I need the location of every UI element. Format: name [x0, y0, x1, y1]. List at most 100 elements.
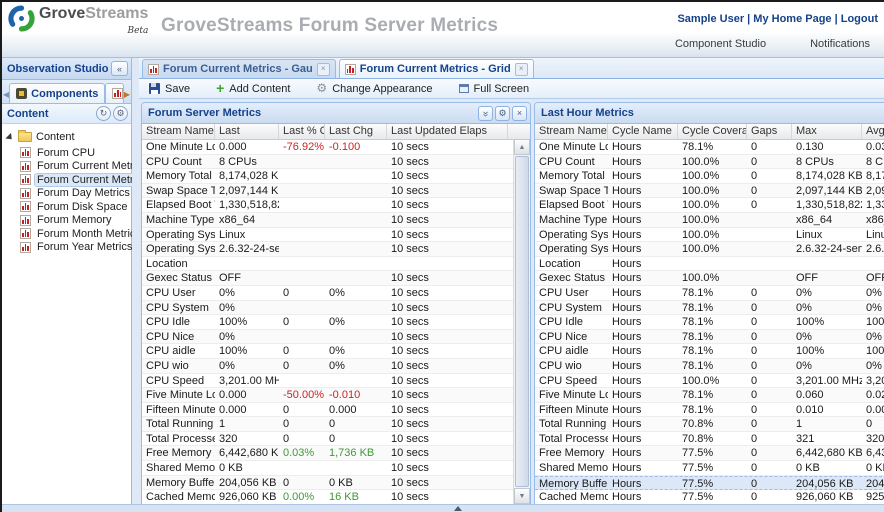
- column-header[interactable]: Last % Chg: [279, 124, 325, 139]
- table-row[interactable]: Free Memory6,442,680 KB0.03%1,736 KB10 s…: [142, 446, 530, 461]
- column-header[interactable]: Last Chg: [325, 124, 387, 139]
- table-row[interactable]: CPU UserHours78.1%00%0%: [535, 286, 884, 301]
- scroll-down-icon[interactable]: ▼: [514, 488, 530, 504]
- column-header[interactable]: Stream Name: [142, 124, 215, 139]
- table-row[interactable]: Total ProcessesHours70.8%0321320: [535, 432, 884, 447]
- table-row[interactable]: CPU Speed3,201.00 MHz10 secs: [142, 374, 530, 389]
- column-header[interactable]: Cycle Coverage: [678, 124, 747, 139]
- table-row[interactable]: Free MemoryHours77.5%06,442,680 KB6,436,: [535, 446, 884, 461]
- table-row[interactable]: Machine TypeHours100.0%x86_64x86_64: [535, 213, 884, 228]
- table-row[interactable]: LocationHours: [535, 257, 884, 272]
- table-row[interactable]: Memory TotalHours100.0%08,174,028 KB8,17…: [535, 169, 884, 184]
- close-icon[interactable]: ×: [515, 63, 528, 76]
- tree-item[interactable]: Forum Month Metrics - ...: [6, 227, 131, 241]
- full-screen-button[interactable]: Full Screen: [459, 83, 530, 95]
- nav-notifications[interactable]: Notifications: [810, 38, 870, 50]
- tab-forum-current-metrics-grid[interactable]: Forum Current Metrics - Grid ×: [339, 59, 534, 78]
- add-content-button[interactable]: + Add Content: [216, 83, 290, 95]
- vertical-scrollbar[interactable]: ▲ ▼: [513, 139, 530, 504]
- scroll-up-icon[interactable]: ▲: [514, 139, 530, 155]
- tree-item[interactable]: Forum Year Metrics - G...: [6, 241, 131, 255]
- table-row[interactable]: Swap Space TotalHours100.0%02,097,144 KB…: [535, 184, 884, 199]
- table-row[interactable]: One Minute Lo...Hours78.1%00.1300.033: [535, 140, 884, 155]
- gear-icon[interactable]: ⚙: [495, 106, 510, 121]
- table-row[interactable]: Elapsed Boot Ti...Hours100.0%01,330,518,…: [535, 198, 884, 213]
- table-row[interactable]: Location: [142, 257, 530, 272]
- table-row[interactable]: CPU aidle100%00%10 secs: [142, 344, 530, 359]
- table-row[interactable]: CPU Nice0%10 secs: [142, 330, 530, 345]
- column-header[interactable]: Stream Name: [535, 124, 608, 139]
- expander-icon[interactable]: [5, 132, 14, 141]
- table-row[interactable]: Operating SystemLinux10 secs: [142, 228, 530, 243]
- nav-component-studio[interactable]: Component Studio: [675, 38, 766, 50]
- user-links[interactable]: Sample User | My Home Page | Logout: [677, 13, 878, 25]
- column-header[interactable]: Avg: [862, 124, 884, 139]
- save-button[interactable]: Save: [149, 83, 190, 95]
- sidebar-splitter[interactable]: [132, 58, 139, 504]
- gear-icon[interactable]: ⚙: [113, 106, 128, 121]
- table-row[interactable]: CPU IdleHours78.1%0100%100%: [535, 315, 884, 330]
- table-row[interactable]: Machine Typex86_6410 secs: [142, 213, 530, 228]
- table-row[interactable]: Gexec StatusOFF10 secs: [142, 271, 530, 286]
- table-row[interactable]: CPU NiceHours78.1%00%0%: [535, 330, 884, 345]
- table-row[interactable]: Total Running ...10010 secs: [142, 417, 530, 432]
- table-row[interactable]: Gexec StatusHours100.0%OFFOFF: [535, 271, 884, 286]
- table-row[interactable]: CPU Count8 CPUs10 secs: [142, 155, 530, 170]
- table-row[interactable]: Operating Syst...Hours100.0%2.6.32-24-se…: [535, 242, 884, 257]
- table-row[interactable]: CPU Idle100%00%10 secs: [142, 315, 530, 330]
- tree-item[interactable]: Forum Current Metrics ...: [6, 173, 131, 187]
- table-row[interactable]: Fifteen Minute ...Hours78.1%00.0100.002: [535, 403, 884, 418]
- table-row[interactable]: Memory BuffersHours77.5%0204,056 KB204,0: [535, 476, 884, 491]
- tree-item[interactable]: Forum Memory: [6, 214, 131, 228]
- table-row[interactable]: CPU User0%00%10 secs: [142, 286, 530, 301]
- close-icon[interactable]: ×: [317, 63, 330, 76]
- table-row[interactable]: CPU wio0%00%10 secs: [142, 359, 530, 374]
- table-row[interactable]: One Minute Lo...0.000-76.92%-0.10010 sec…: [142, 140, 530, 155]
- column-header[interactable]: Max: [792, 124, 862, 139]
- table-row[interactable]: CPU CountHours100.0%08 CPUs8 CPUs: [535, 155, 884, 170]
- table-row[interactable]: Operating Syst...2.6.32-24-se...10 secs: [142, 242, 530, 257]
- table-row[interactable]: Five Minute Lo...0.000-50.00%-0.01010 se…: [142, 388, 530, 403]
- change-appearance-button[interactable]: ⚙ Change Appearance: [316, 83, 432, 95]
- table-row[interactable]: CPU System0%10 secs: [142, 301, 530, 316]
- table-row[interactable]: CPU aidleHours78.1%0100%100%: [535, 344, 884, 359]
- table-row[interactable]: CPU SystemHours78.1%00%0%: [535, 301, 884, 316]
- table-row[interactable]: Five Minute Lo...Hours78.1%00.0600.027: [535, 388, 884, 403]
- column-header[interactable]: Gaps: [747, 124, 792, 139]
- scrollbar-thumb[interactable]: [515, 156, 529, 487]
- table-row[interactable]: Shared Memory0 KB10 secs: [142, 461, 530, 476]
- table-row[interactable]: CPU SpeedHours100.0%03,201.00 MHz3,201.: [535, 374, 884, 389]
- tab-scroll-right-icon[interactable]: ▶: [124, 85, 130, 103]
- table-row[interactable]: Total Processes3200010 secs: [142, 432, 530, 447]
- collapse-sidebar-button[interactable]: «: [111, 61, 128, 76]
- table-row[interactable]: Total Running ...Hours70.8%010: [535, 417, 884, 432]
- cell: 100.0%: [678, 242, 747, 256]
- column-header[interactable]: Last: [215, 124, 279, 139]
- table-row[interactable]: Operating SystemHours100.0%LinuxLinux: [535, 228, 884, 243]
- tab-charts-partial[interactable]: [105, 83, 123, 103]
- table-row[interactable]: Fifteen Minute ...0.00000.00010 secs: [142, 403, 530, 418]
- table-row[interactable]: Memory Buffers204,056 KB00 KB10 secs: [142, 476, 530, 491]
- tab-forum-current-metrics-gau[interactable]: Forum Current Metrics - Gau ×: [142, 59, 336, 78]
- tab-components[interactable]: Components: [9, 83, 105, 103]
- tree-item[interactable]: Forum Disk Space: [6, 200, 131, 214]
- tree-item[interactable]: Forum Day Metrics - Gr...: [6, 187, 131, 201]
- close-icon[interactable]: ×: [512, 106, 527, 121]
- expand-south-icon[interactable]: [454, 506, 462, 511]
- table-row[interactable]: Elapsed Boot Ti...1,330,518,82...10 secs: [142, 198, 530, 213]
- tree-item[interactable]: Forum CPU: [6, 146, 131, 160]
- tree-item[interactable]: Forum Current Metrics ...: [6, 160, 131, 174]
- table-row[interactable]: Shared MemoryHours77.5%00 KB0 KB: [535, 461, 884, 476]
- table-row[interactable]: Memory Total8,174,028 KB10 secs: [142, 169, 530, 184]
- table-row[interactable]: Cached MemoryHours77.5%0926,060 KB925,9: [535, 490, 884, 505]
- collapse-panel-icon[interactable]: »: [478, 106, 493, 121]
- table-row[interactable]: CPU wioHours78.1%00%0%: [535, 359, 884, 374]
- column-header[interactable]: Last Updated Elaps: [387, 124, 508, 139]
- column-header[interactable]: Cycle Name: [608, 124, 678, 139]
- cell: 10 secs: [387, 344, 508, 358]
- tree-root[interactable]: Content: [6, 130, 131, 144]
- cell: 10 secs: [387, 330, 508, 344]
- table-row[interactable]: Swap Space Total2,097,144 KB10 secs: [142, 184, 530, 199]
- table-row[interactable]: Cached Memory926,060 KB0.00%16 KB10 secs: [142, 490, 530, 505]
- refresh-icon[interactable]: ↻: [96, 106, 111, 121]
